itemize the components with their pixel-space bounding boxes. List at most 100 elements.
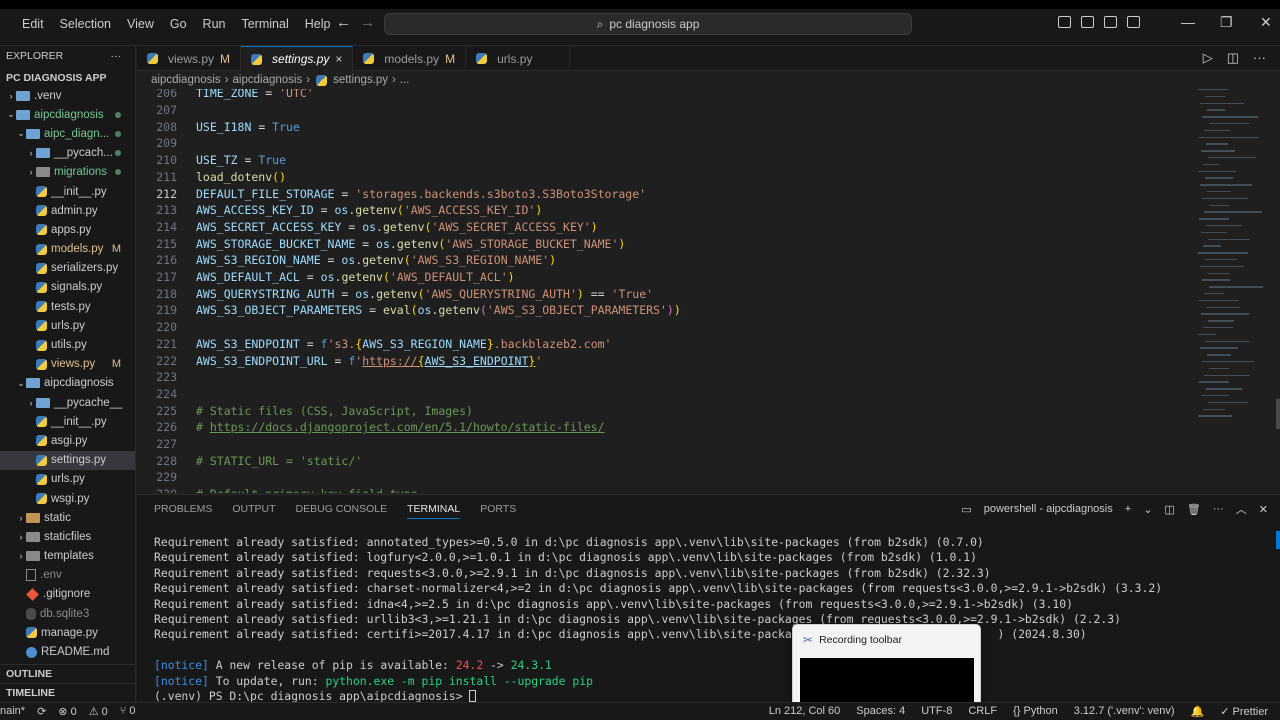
tree-item[interactable]: apps.py (0, 220, 135, 239)
tree-item[interactable]: utils.py (0, 335, 135, 354)
timeline-section[interactable]: TIMELINE (0, 683, 135, 702)
tree-item[interactable]: wsgi.py (0, 489, 135, 508)
split-editor-icon[interactable]: ◫ (1227, 50, 1239, 66)
tree-item[interactable]: ⌄ aipcdiagnosis (0, 374, 135, 393)
back-arrow-icon[interactable]: ← (336, 14, 351, 31)
split-terminal-icon[interactable]: ◫ (1164, 503, 1174, 516)
workspace-root[interactable]: PC DIAGNOSIS APP (0, 66, 135, 86)
kill-terminal-icon[interactable]: 🗑 (1187, 503, 1201, 516)
menu-go[interactable]: Go (162, 17, 195, 31)
more-actions-icon[interactable]: ··· (111, 50, 122, 62)
tree-item[interactable]: db.sqlite3 (0, 604, 135, 623)
run-icon[interactable]: ▷ (1203, 50, 1213, 66)
customize-layout-icon[interactable] (1127, 16, 1140, 28)
tree-item[interactable]: › staticfiles (0, 527, 135, 546)
code-editor[interactable]: 206 TIME_ZONE = 'UTC' 207 208 USE_I18N = Tru… (137, 89, 1280, 493)
more-actions-icon[interactable]: ··· (1253, 50, 1266, 66)
breadcrumb-item[interactable]: ... (400, 74, 410, 86)
status-indentation[interactable]: Spaces: 4 (856, 705, 905, 718)
status-encoding[interactable]: UTF-8 (921, 705, 952, 718)
close-panel-icon[interactable]: ✕ (1259, 503, 1268, 516)
bell-icon[interactable]: 🔔 (1191, 705, 1205, 718)
editor-tab[interactable]: models.py M (353, 46, 467, 71)
tree-item[interactable]: .env (0, 566, 135, 585)
breadcrumb-item[interactable]: aipcdiagnosis (233, 74, 303, 86)
minimize-icon[interactable]: — (1181, 14, 1195, 30)
terminal-output[interactable]: Requirement already satisfied: annotated… (154, 535, 1264, 704)
menu-help[interactable]: Help (297, 17, 339, 31)
recording-controls-area[interactable] (800, 658, 974, 704)
tab-output[interactable]: OUTPUT (232, 503, 275, 519)
tree-item[interactable]: urls.py (0, 470, 135, 489)
status-prettier[interactable]: ✓ Prettier (1220, 705, 1268, 718)
tab-debug-console[interactable]: DEBUG CONSOLE (296, 503, 388, 519)
new-terminal-icon[interactable]: + (1125, 503, 1131, 515)
tree-item[interactable]: .gitignore (0, 585, 135, 604)
maximize-icon[interactable]: ❐ (1220, 14, 1233, 31)
tree-item[interactable]: › static (0, 508, 135, 527)
outline-section[interactable]: OUTLINE (0, 664, 135, 683)
minimap[interactable] (1198, 89, 1270, 429)
tree-item[interactable]: asgi.py (0, 431, 135, 450)
tree-item[interactable]: settings.py (0, 450, 135, 470)
tree-item[interactable]: signals.py (0, 278, 135, 297)
chevron-down-icon[interactable]: ⌄ (1143, 503, 1152, 516)
tree-item[interactable]: README.md (0, 642, 135, 661)
python-file-icon (36, 454, 47, 466)
tree-item[interactable]: › .venv (0, 86, 135, 105)
tab-ports[interactable]: PORTS (480, 503, 516, 519)
editor-tab[interactable]: urls.py (466, 46, 571, 71)
tree-item[interactable]: admin.py (0, 201, 135, 220)
editor-tab[interactable]: settings.py × (241, 46, 354, 71)
tree-item[interactable]: › __pycache__ (0, 393, 135, 412)
tree-item[interactable]: models.py M (0, 240, 135, 259)
tree-item[interactable]: ⌄ aipc_diagn... (0, 124, 135, 143)
toggle-primary-sidebar-icon[interactable] (1058, 16, 1071, 28)
status-errors[interactable]: ⊗ 0 (58, 705, 76, 718)
tree-item[interactable]: › __pycach... (0, 144, 135, 163)
status-interpreter[interactable]: 3.12.7 ('.venv': venv) (1074, 705, 1175, 718)
sync-icon[interactable]: ⟳ (37, 705, 46, 718)
status-cursor-position[interactable]: Ln 212, Col 60 (769, 705, 841, 718)
tree-item[interactable]: __init__.py (0, 182, 135, 201)
menu-selection[interactable]: Selection (52, 17, 119, 31)
tree-item[interactable]: tests.py (0, 297, 135, 316)
toggle-panel-icon[interactable] (1081, 16, 1094, 28)
breadcrumb-item[interactable]: aipcdiagnosis (151, 74, 221, 86)
terminal-shell-label[interactable]: powershell - aipcdiagnosis (984, 503, 1113, 515)
status-warnings[interactable]: ⚠ 0 (89, 705, 108, 718)
command-center[interactable]: ⌕ pc diagnosis app (384, 13, 912, 35)
status-eol[interactable]: CRLF (968, 705, 997, 718)
forward-arrow-icon[interactable]: → (360, 14, 375, 31)
terminal-scrollbar[interactable] (1276, 531, 1280, 549)
status-ports[interactable]: ⑂ 0 (120, 705, 136, 718)
tree-item-label: apps.py (51, 223, 92, 236)
menu-view[interactable]: View (119, 17, 162, 31)
breadcrumb-item[interactable]: settings.py (333, 74, 388, 86)
menu-run[interactable]: Run (195, 17, 234, 31)
tab-problems[interactable]: PROBLEMS (154, 503, 212, 519)
tree-item[interactable]: __init__.py (0, 412, 135, 431)
menu-terminal[interactable]: Terminal (233, 17, 296, 31)
tree-item[interactable]: › migrations (0, 163, 135, 182)
tree-item[interactable]: manage.py (0, 623, 135, 642)
status-language[interactable]: {} Python (1013, 705, 1058, 718)
maximize-panel-icon[interactable]: ︿ (1236, 501, 1247, 517)
close-window-icon[interactable]: ✕ (1260, 14, 1272, 31)
more-actions-icon[interactable]: ··· (1213, 503, 1224, 515)
menu-edit[interactable]: Edit (14, 17, 52, 31)
recording-toolbar[interactable]: ✂ Recording toolbar (792, 624, 981, 708)
terminal-line: Requirement already satisfied: charset-n… (154, 581, 1163, 596)
tree-item[interactable]: urls.py (0, 316, 135, 335)
tree-item[interactable]: › templates (0, 547, 135, 566)
tab-terminal[interactable]: TERMINAL (407, 503, 461, 519)
tree-item[interactable]: serializers.py (0, 259, 135, 278)
tree-item[interactable]: views.py M (0, 355, 135, 374)
editor-tab[interactable]: views.py M (137, 46, 242, 71)
editor-scrollbar[interactable] (1276, 399, 1280, 429)
folder-icon (26, 128, 40, 139)
status-branch[interactable]: nain* (0, 705, 25, 718)
tree-item[interactable]: ⌄ aipcdiagnosis (0, 105, 135, 124)
toggle-secondary-sidebar-icon[interactable] (1104, 16, 1117, 28)
close-tab-icon[interactable]: × (335, 52, 342, 66)
